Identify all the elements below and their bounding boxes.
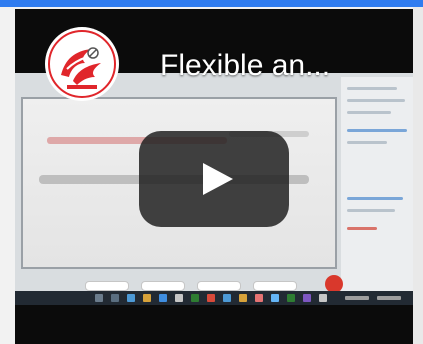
blurred-side-panel [341, 77, 413, 299]
channel-logo-icon[interactable] [47, 29, 117, 99]
blurred-taskbar [15, 291, 413, 305]
video-title[interactable]: Flexible an... [160, 49, 330, 83]
right-edge-strip [413, 7, 423, 344]
logo-graphic [48, 30, 116, 98]
top-accent-bar [0, 0, 423, 7]
play-button[interactable] [139, 131, 289, 227]
video-player[interactable]: Flexible an... [15, 9, 413, 344]
play-icon [203, 163, 233, 195]
player-bottom-letterbox [15, 305, 413, 344]
